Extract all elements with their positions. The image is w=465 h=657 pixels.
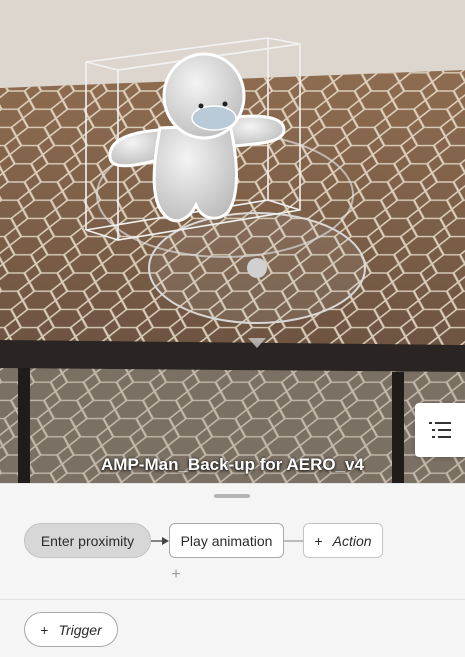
connector-arrow-icon (162, 537, 169, 545)
plus-icon: + (40, 621, 49, 638)
action-label: Play animation (180, 532, 273, 549)
trigger-label: Enter proximity (40, 532, 135, 549)
trigger-enter-proximity[interactable]: Enter proximity (24, 523, 151, 558)
add-parallel-action-icon[interactable]: + (169, 567, 183, 583)
ar-scene (0, 0, 465, 483)
placement-center[interactable] (247, 258, 267, 278)
action-play-animation[interactable]: Play animation (169, 523, 284, 558)
table-edge (0, 340, 465, 372)
list-icon (429, 422, 451, 438)
add-trigger-label: Trigger (58, 621, 102, 638)
ar-viewport[interactable]: AMP-Man_Back-up for AERO_v4 (0, 0, 465, 483)
model-title: AMP-Man_Back-up for AERO_v4 (101, 455, 364, 474)
behaviors-menu-button[interactable] (415, 403, 465, 457)
panel-divider (0, 599, 465, 600)
plus-icon: + (314, 532, 323, 549)
behavior-panel: Enter proximity Play animation + Action … (0, 483, 465, 657)
add-action-label: Action (332, 532, 372, 549)
add-action-button[interactable]: + Action (303, 523, 383, 558)
add-trigger-button[interactable]: + Trigger (24, 612, 118, 647)
